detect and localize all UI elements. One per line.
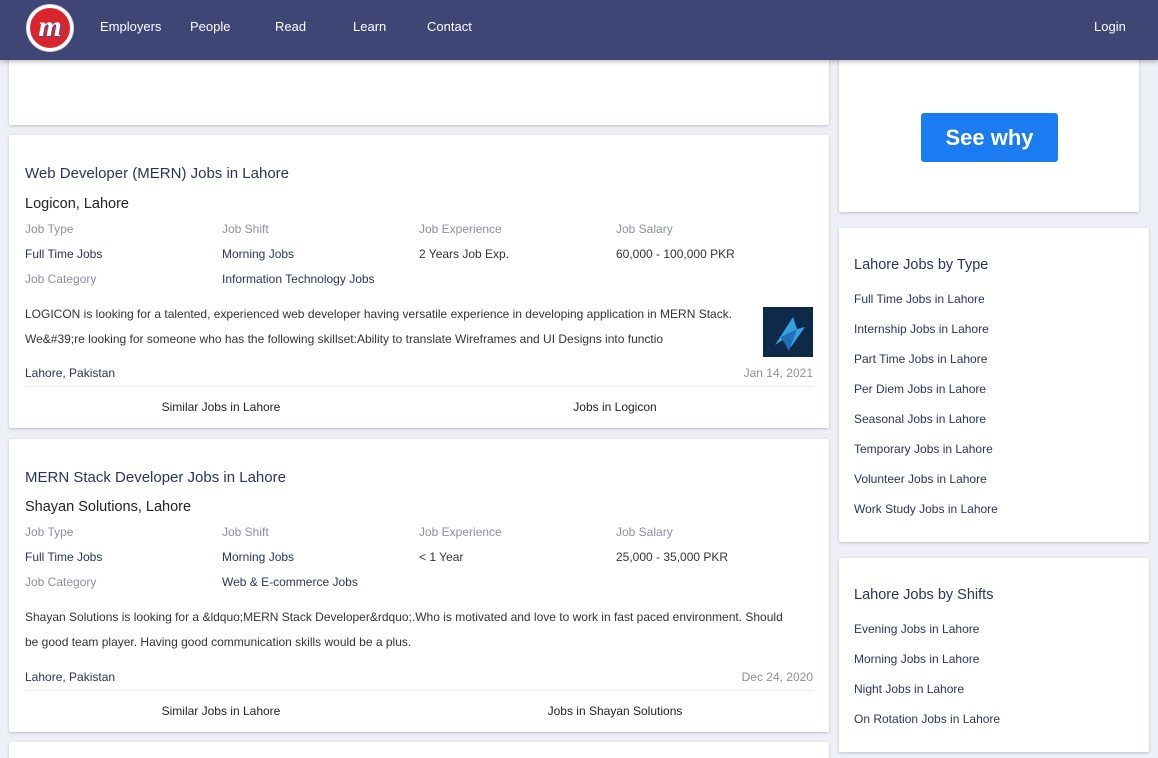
job-experience-value: < 1 Year — [419, 550, 464, 564]
job-category-value[interactable]: Web & E-commerce Jobs — [222, 575, 358, 590]
job-card-partial — [9, 55, 829, 125]
job-type-label: Job Type — [25, 525, 74, 539]
job-salary-value: 60,000 - 100,000 PKR — [616, 247, 735, 261]
card-divider — [25, 690, 813, 691]
job-description: Shayan Solutions is looking for a &ldquo… — [25, 610, 783, 649]
sidebar-link-internship[interactable]: Internship Jobs in Lahore — [854, 322, 989, 337]
sidebar-link-night[interactable]: Night Jobs in Lahore — [854, 682, 964, 697]
sidebar-link-full-time[interactable]: Full Time Jobs in Lahore — [854, 292, 985, 307]
job-type-label: Job Type — [25, 222, 74, 236]
company-jobs-link[interactable]: Jobs in Shayan Solutions — [465, 704, 765, 719]
company-name[interactable]: Logicon, Lahore — [25, 195, 129, 213]
job-date: Jan 14, 2021 — [743, 366, 813, 380]
job-title[interactable]: Web Developer (MERN) Jobs in Lahore — [25, 165, 289, 183]
job-category-value[interactable]: Information Technology Jobs — [222, 272, 375, 287]
sidebar-link-morning[interactable]: Morning Jobs in Lahore — [854, 652, 979, 667]
job-shift-value[interactable]: Morning Jobs — [222, 247, 294, 262]
job-category-label: Job Category — [25, 575, 97, 589]
sidebar-link-part-time[interactable]: Part Time Jobs in Lahore — [854, 352, 987, 367]
job-date: Dec 24, 2020 — [741, 670, 813, 684]
job-type-value[interactable]: Full Time Jobs — [25, 247, 102, 262]
job-experience-label: Job Experience — [419, 222, 502, 236]
job-location: Lahore, Pakistan — [25, 366, 116, 380]
sidebar-link-seasonal[interactable]: Seasonal Jobs in Lahore — [854, 412, 986, 427]
job-card-partial — [9, 742, 829, 758]
nav-learn[interactable]: Learn — [353, 19, 386, 35]
job-location: Lahore, Pakistan — [25, 670, 116, 684]
sidebar-link-volunteer[interactable]: Volunteer Jobs in Lahore — [854, 472, 987, 487]
ad-card: See why — [839, 55, 1139, 212]
sidebar-link-work-study[interactable]: Work Study Jobs in Lahore — [854, 502, 998, 517]
job-salary-label: Job Salary — [616, 222, 673, 236]
company-logo[interactable] — [763, 307, 813, 357]
site-logo[interactable]: m — [27, 5, 73, 51]
jobs-by-type-card: Lahore Jobs by Type Full Time Jobs in La… — [839, 228, 1149, 542]
job-experience-value: 2 Years Job Exp. — [419, 247, 510, 261]
nav-people[interactable]: People — [190, 19, 230, 35]
nav-employers[interactable]: Employers — [100, 19, 161, 35]
job-shift-label: Job Shift — [222, 222, 269, 236]
similar-jobs-link[interactable]: Similar Jobs in Lahore — [71, 400, 371, 415]
job-shift-label: Job Shift — [222, 525, 269, 539]
login-link[interactable]: Login — [1094, 19, 1126, 35]
job-type-value[interactable]: Full Time Jobs — [25, 550, 102, 565]
nav-contact[interactable]: Contact — [427, 19, 472, 35]
job-title[interactable]: MERN Stack Developer Jobs in Lahore — [25, 469, 286, 487]
logo-letter: m — [38, 10, 62, 43]
sidebar-link-on-rotation[interactable]: On Rotation Jobs in Lahore — [854, 712, 1000, 727]
jobs-by-type-title: Lahore Jobs by Type — [854, 257, 989, 273]
job-salary-label: Job Salary — [616, 525, 673, 539]
job-description: LOGICON is looking for a talented, exper… — [25, 307, 733, 346]
jobs-by-shift-card: Lahore Jobs by Shifts Evening Jobs in La… — [839, 558, 1149, 752]
jobs-by-shift-title: Lahore Jobs by Shifts — [854, 587, 994, 603]
card-divider — [25, 386, 813, 387]
job-card: Web Developer (MERN) Jobs in Lahore Logi… — [9, 135, 829, 428]
company-logo-icon — [763, 307, 813, 357]
top-navbar: m Employers People Read Learn Contact Lo… — [0, 0, 1158, 60]
job-card: MERN Stack Developer Jobs in Lahore Shay… — [9, 439, 829, 732]
job-category-label: Job Category — [25, 272, 97, 286]
see-why-button[interactable]: See why — [921, 113, 1058, 162]
sidebar-link-evening[interactable]: Evening Jobs in Lahore — [854, 622, 979, 637]
job-experience-label: Job Experience — [419, 525, 502, 539]
similar-jobs-link[interactable]: Similar Jobs in Lahore — [71, 704, 371, 719]
company-name[interactable]: Shayan Solutions, Lahore — [25, 498, 191, 516]
company-jobs-link[interactable]: Jobs in Logicon — [465, 400, 765, 415]
nav-read[interactable]: Read — [275, 19, 306, 35]
sidebar-link-per-diem[interactable]: Per Diem Jobs in Lahore — [854, 382, 986, 397]
job-shift-value[interactable]: Morning Jobs — [222, 550, 294, 565]
sidebar-link-temporary[interactable]: Temporary Jobs in Lahore — [854, 442, 993, 457]
job-salary-value: 25,000 - 35,000 PKR — [616, 550, 729, 564]
